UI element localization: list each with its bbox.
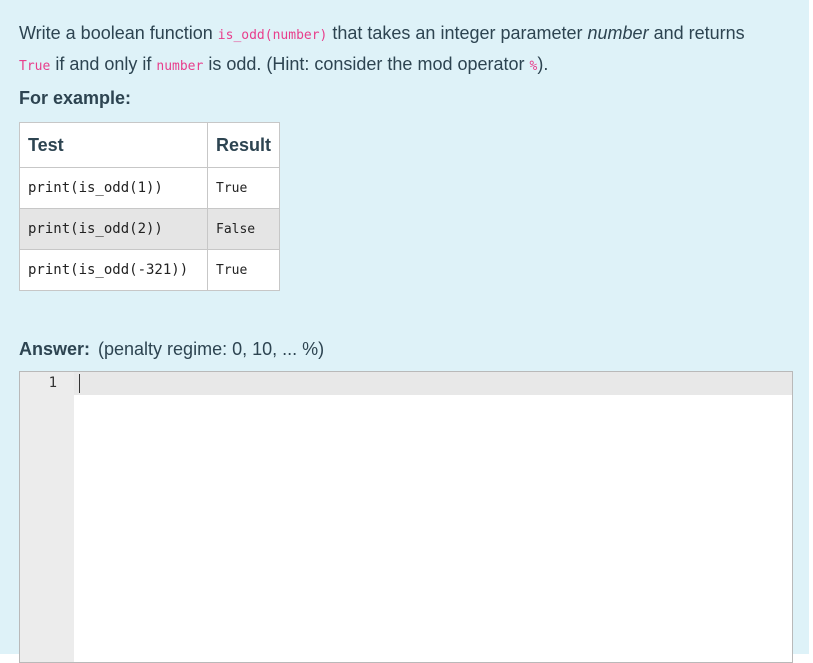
question-text-part: is odd. (Hint: consider the mod operator xyxy=(203,54,530,74)
table-row: print(is_odd(2)) False xyxy=(19,208,281,250)
table-row: print(is_odd(-321)) True xyxy=(19,249,281,291)
table-header-row: Test Result xyxy=(19,122,281,168)
result-cell: True xyxy=(206,167,281,209)
question-text-part: and returns xyxy=(648,23,745,43)
answer-heading: Answer: (penalty regime: 0, 10, ... %) xyxy=(19,339,324,360)
active-line-highlight xyxy=(74,372,792,395)
result-cell: True xyxy=(206,249,281,291)
examples-table: Test Result print(is_odd(1)) True print(… xyxy=(19,122,281,291)
result-cell: False xyxy=(206,208,281,250)
parameter-name: number xyxy=(587,23,649,43)
penalty-regime: (penalty regime: 0, 10, ... %) xyxy=(98,339,325,359)
table-row: print(is_odd(1)) True xyxy=(19,167,281,209)
number-code: number xyxy=(156,59,204,74)
code-editor[interactable]: 1 xyxy=(19,371,793,663)
question-text-part: that takes an integer parameter xyxy=(327,23,588,43)
line-number-gutter: 1 xyxy=(20,372,74,662)
for-example-heading: For example: xyxy=(19,88,132,108)
question-text-part: Write a boolean function xyxy=(19,23,218,43)
test-cell: print(is_odd(-321)) xyxy=(19,249,208,291)
true-code: True xyxy=(19,59,51,74)
line-number: 1 xyxy=(48,375,57,391)
test-cell: print(is_odd(2)) xyxy=(19,208,208,250)
question-text-part: if and only if xyxy=(50,54,157,74)
question-panel: Write a boolean function is_odd(number) … xyxy=(0,0,809,663)
test-cell: print(is_odd(1)) xyxy=(19,167,208,209)
result-column-header: Result xyxy=(206,122,281,168)
answer-label: Answer: xyxy=(19,339,91,359)
function-signature-code: is_odd(number) xyxy=(217,28,328,43)
question-text-part: ). xyxy=(537,54,549,74)
question-text: Write a boolean function is_odd(number) … xyxy=(19,19,804,81)
text-cursor xyxy=(79,374,80,393)
test-column-header: Test xyxy=(19,122,208,168)
